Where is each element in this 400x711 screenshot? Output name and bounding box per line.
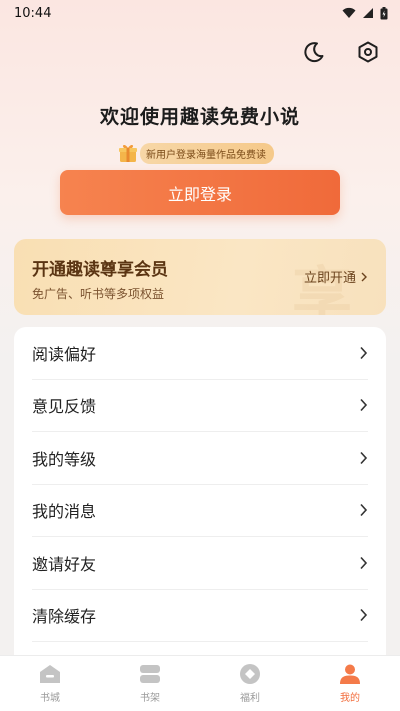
- vip-open-label: 立即开通: [303, 271, 356, 286]
- bottom-tab-bar: 书城 书架 福利 我的: [0, 655, 400, 711]
- bookshelf-icon: [140, 665, 160, 683]
- settings-button[interactable]: [354, 38, 382, 66]
- wifi-icon: [342, 7, 356, 18]
- status-time: 10:44: [14, 5, 52, 21]
- night-mode-button[interactable]: [300, 38, 328, 66]
- menu-item-label: 邀请好友: [32, 554, 97, 574]
- vip-banner[interactable]: 享 开通趣读尊享会员 免广告、听书等多项权益 立即开通: [14, 239, 386, 315]
- chevron-right-icon: [360, 609, 368, 622]
- menu-item-label: 我的消息: [32, 502, 97, 522]
- tab-bookshelf[interactable]: 书架: [100, 656, 200, 711]
- settings-hexagon-icon: [358, 41, 378, 63]
- tab-label: 书城: [40, 693, 60, 704]
- chevron-right-icon: [360, 399, 368, 412]
- moon-icon: [304, 42, 324, 63]
- chevron-right-icon: [360, 451, 368, 464]
- gift-box-icon: [119, 144, 137, 162]
- menu-item-my-level[interactable]: 我的等级: [32, 432, 368, 485]
- battery-icon: [380, 6, 388, 19]
- menu-item-my-messages[interactable]: 我的消息: [32, 485, 368, 537]
- menu-item-label: 清除缓存: [32, 607, 97, 627]
- chevron-right-icon: [360, 504, 368, 517]
- menu-item-label: 阅读偏好: [32, 344, 97, 364]
- vip-open-button[interactable]: 立即开通: [304, 267, 368, 286]
- tab-label: 福利: [240, 693, 260, 704]
- vip-subtitle: 免广告、听书等多项权益: [32, 287, 165, 301]
- chevron-right-icon: [361, 272, 367, 281]
- status-icons: [342, 6, 388, 20]
- menu-item-clear-cache[interactable]: 清除缓存: [32, 590, 368, 642]
- chevron-right-icon: [360, 346, 368, 359]
- vip-title: 开通趣读尊享会员: [32, 260, 168, 280]
- new-user-promo-tag: 新用户登录海量作品免费读: [118, 142, 274, 164]
- menu-item-invite-friends[interactable]: 邀请好友: [32, 537, 368, 590]
- menu-item-feedback[interactable]: 意见反馈: [32, 380, 368, 432]
- tab-mine[interactable]: 我的: [300, 656, 400, 711]
- home-icon: [40, 665, 60, 683]
- menu-item-label: 我的等级: [32, 449, 97, 469]
- signal-icon: [363, 8, 373, 18]
- status-bar: 10:44: [0, 0, 400, 26]
- menu-item-reading-preference[interactable]: 阅读偏好: [32, 327, 368, 380]
- login-button[interactable]: 立即登录: [60, 170, 340, 215]
- gift-icon: [240, 664, 260, 684]
- profile-icon: [340, 664, 360, 684]
- chevron-right-icon: [360, 556, 368, 569]
- tab-welfare[interactable]: 福利: [200, 656, 300, 711]
- tab-label: 我的: [340, 693, 360, 704]
- tab-bookstore[interactable]: 书城: [0, 656, 100, 711]
- settings-menu: 阅读偏好 意见反馈 我的等级 我的消息 邀请好友 清除缓存: [14, 327, 386, 667]
- menu-item-label: 意见反馈: [32, 397, 97, 417]
- welcome-headline: 欢迎使用趣读免费小说: [99, 106, 300, 128]
- promo-text: 新用户登录海量作品免费读: [140, 142, 274, 164]
- tab-label: 书架: [140, 693, 160, 704]
- header-actions: [300, 38, 382, 66]
